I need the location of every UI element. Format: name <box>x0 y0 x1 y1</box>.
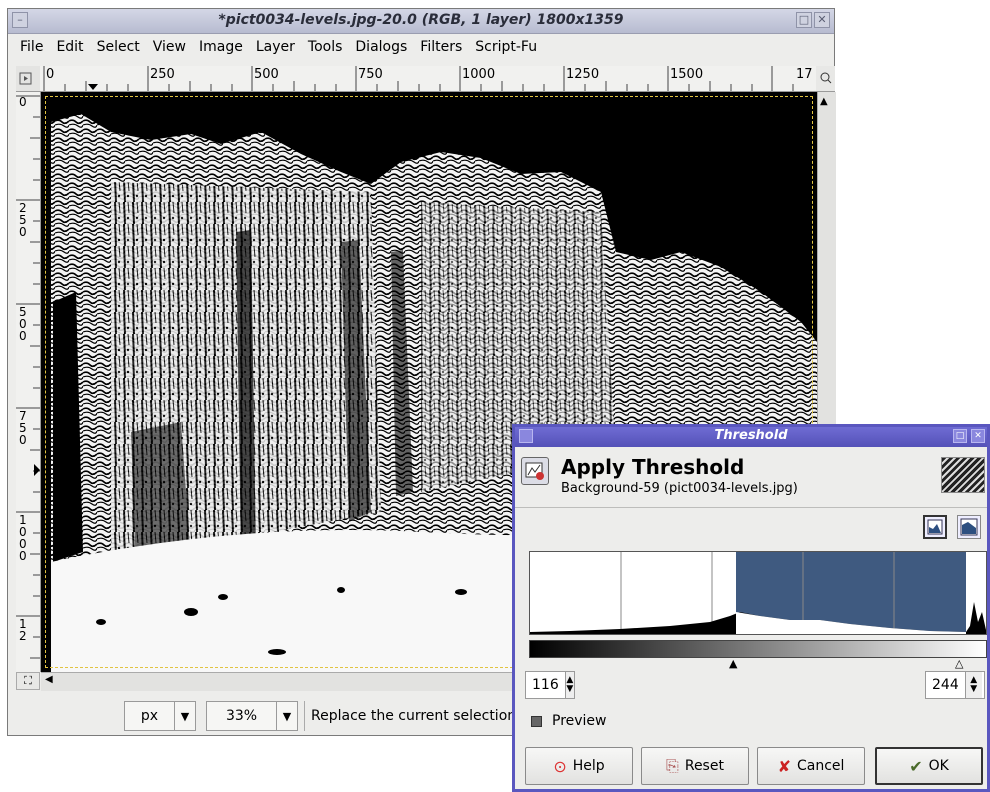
ruler-label: 1500 <box>670 67 704 82</box>
menu-layer[interactable]: Layer <box>256 39 295 55</box>
divider <box>515 507 987 508</box>
chevron-down-icon[interactable]: ▼ <box>174 702 195 730</box>
quick-mask-icon[interactable]: ⛶ <box>16 672 40 690</box>
reset-button[interactable]: ⎘ Reset <box>641 747 749 785</box>
unit-selector[interactable]: px ▼ <box>124 701 196 731</box>
reset-label: Reset <box>684 758 724 774</box>
ruler-label: 750 <box>19 409 27 447</box>
histogram[interactable] <box>529 551 987 635</box>
maximize-icon[interactable]: □ <box>953 429 967 443</box>
menu-dialogs[interactable]: Dialogs <box>355 39 407 55</box>
ok-icon: ✔ <box>909 756 923 776</box>
help-icon: ⊙ <box>553 756 567 776</box>
preview-label: Preview <box>552 713 607 729</box>
scroll-up-icon[interactable]: ▲ <box>820 96 828 107</box>
high-threshold-input[interactable]: 244 ▲ ▼ <box>925 671 985 699</box>
menu-view[interactable]: View <box>153 39 186 55</box>
log-histogram-icon[interactable] <box>957 515 981 539</box>
spin-arrows-icon[interactable]: ▲ ▼ <box>964 672 982 698</box>
value-gradient-bar <box>529 640 987 658</box>
threshold-tool-icon <box>521 457 549 485</box>
menu-bar: File Edit Select View Image Layer Tools … <box>8 34 834 60</box>
cancel-icon: ✘ <box>777 756 791 776</box>
window-title: *pict0034-levels.jpg-20.0 (RGB, 1 layer)… <box>218 12 624 28</box>
ruler-label: 17 <box>796 67 813 82</box>
help-label: Help <box>572 758 605 774</box>
spin-arrows-icon[interactable]: ▲ ▼ <box>564 672 574 698</box>
ruler-horizontal[interactable]: 0 250 500 750 1000 1250 1500 17 <box>40 66 816 92</box>
ok-button[interactable]: ✔ OK <box>875 747 983 785</box>
menu-tools[interactable]: Tools <box>308 39 343 55</box>
unit-value: px <box>140 708 159 724</box>
cancel-button[interactable]: ✘ Cancel <box>757 747 865 785</box>
menu-image[interactable]: Image <box>199 39 243 55</box>
image-window-titlebar[interactable]: – *pict0034-levels.jpg-20.0 (RGB, 1 laye… <box>8 9 834 34</box>
scroll-left-icon[interactable]: ◀ <box>45 674 53 685</box>
preview-checkbox[interactable]: Preview <box>531 713 607 729</box>
ruler-label: 1000 <box>19 513 27 563</box>
ruler-label: 500 <box>254 67 279 82</box>
ruler-label: 250 <box>19 201 27 239</box>
dialog-heading: Apply Threshold <box>561 455 745 479</box>
ruler-label: 1000 <box>462 67 496 82</box>
menu-select[interactable]: Select <box>97 39 140 55</box>
high-threshold-handle[interactable]: △ <box>955 657 963 670</box>
menu-script-fu[interactable]: Script-Fu <box>475 39 537 55</box>
menu-filters[interactable]: Filters <box>420 39 462 55</box>
zoom-toggle-icon[interactable] <box>816 66 835 92</box>
ruler-label: 0 <box>19 95 27 109</box>
dialog-subheading: Background-59 (pict0034-levels.jpg) <box>561 481 798 496</box>
layer-thumbnail <box>941 457 985 493</box>
low-threshold-handle[interactable]: ▲ <box>729 657 737 670</box>
menu-file[interactable]: File <box>20 39 43 55</box>
ruler-label: 500 <box>19 305 27 343</box>
ok-label: OK <box>928 758 949 774</box>
dialog-titlebar[interactable]: Threshold □ ✕ <box>515 427 987 447</box>
help-button[interactable]: ⊙ Help <box>525 747 633 785</box>
ruler-corner-menu[interactable] <box>16 66 41 92</box>
ruler-label: 750 <box>358 67 383 82</box>
checkbox-icon[interactable] <box>531 715 542 727</box>
zoom-value: 33% <box>225 708 258 724</box>
low-threshold-value: 116 <box>532 677 559 693</box>
chevron-down-icon[interactable]: ▼ <box>276 702 297 730</box>
ruler-label: 12 <box>19 617 27 643</box>
high-threshold-value: 244 <box>932 677 959 693</box>
ruler-pointer-icon <box>88 84 98 90</box>
ruler-label: 1250 <box>566 67 600 82</box>
dialog-title: Threshold <box>714 428 788 443</box>
low-threshold-input[interactable]: 116 ▲ ▼ <box>525 671 575 699</box>
ruler-label: 250 <box>150 67 175 82</box>
close-icon[interactable]: ✕ <box>971 429 985 443</box>
reset-icon: ⎘ <box>666 756 679 775</box>
threshold-dialog: Threshold □ ✕ Apply Threshold Background… <box>512 424 990 792</box>
linear-histogram-icon[interactable] <box>923 515 947 539</box>
zoom-selector[interactable]: 33% ▼ <box>206 701 298 731</box>
close-icon[interactable]: ✕ <box>814 12 830 28</box>
cancel-label: Cancel <box>796 758 845 774</box>
ruler-vertical[interactable]: 0 250 500 750 1000 12 <box>16 92 41 672</box>
maximize-icon[interactable]: □ <box>796 12 812 28</box>
menu-edit[interactable]: Edit <box>56 39 83 55</box>
ruler-label: 0 <box>46 67 55 82</box>
